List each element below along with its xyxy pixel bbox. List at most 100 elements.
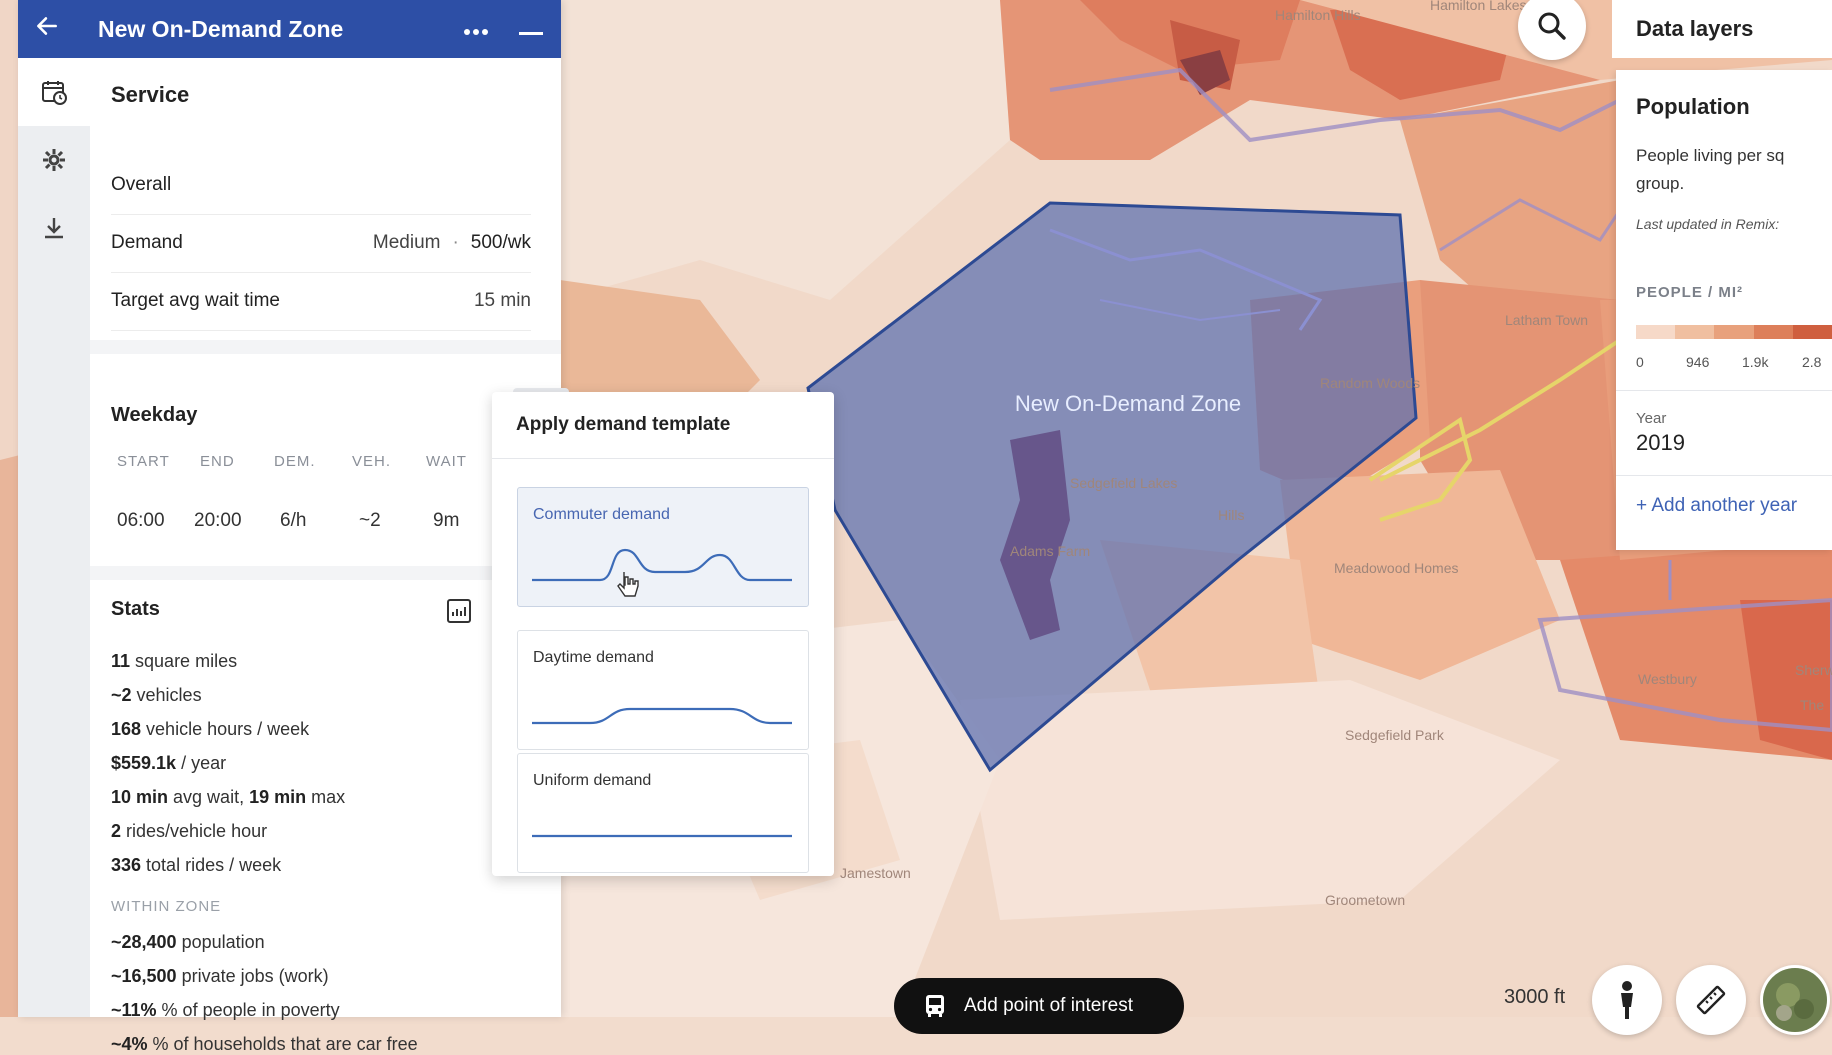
zone-stat-line: ~4% % of households that are car free	[111, 1034, 418, 1054]
cell-demand[interactable]: 6/h	[280, 510, 306, 532]
map-place-label: Sedgefield Park	[1345, 727, 1445, 743]
legend-color-bar	[1636, 325, 1832, 339]
stat-line: ~2 vehicles	[111, 685, 202, 705]
within-zone-heading: WITHIN ZONE	[111, 898, 222, 915]
ruler-icon	[1696, 985, 1726, 1015]
stats-title: Stats	[111, 598, 160, 620]
panel-title: New On-Demand Zone	[98, 15, 344, 42]
demand-row[interactable]: Demand Medium · 500/wk	[111, 214, 531, 273]
template-option-uniform[interactable]: Uniform demand	[517, 753, 809, 873]
map-place-label: Random Woods	[1320, 375, 1420, 391]
demand-separator: ·	[452, 232, 459, 253]
add-year-link[interactable]: + Add another year	[1636, 495, 1797, 517]
rail-download-tab[interactable]	[18, 194, 90, 262]
bus-icon	[926, 995, 944, 1017]
cell-wait[interactable]: 9m	[433, 510, 459, 532]
minus-icon	[519, 32, 543, 35]
weekday-title: Weekday	[111, 404, 198, 426]
template-option-commuter[interactable]: Commuter demand	[517, 487, 809, 607]
layer-divider	[1616, 475, 1832, 476]
map-place-label: Sedgefield Lakes	[1070, 475, 1177, 491]
legend-swatch	[1714, 325, 1754, 339]
map-place-label: Jamestown	[840, 865, 911, 881]
legend-tick: 1.9k	[1742, 354, 1769, 370]
legend-swatch	[1753, 325, 1793, 339]
layer-title: Population	[1636, 94, 1750, 119]
minimize-button[interactable]	[501, 15, 561, 43]
measure-button[interactable]	[1676, 965, 1746, 1035]
zone-panel: New On-Demand Zone Service Overall Deman…	[18, 0, 569, 1054]
overall-label: Overall	[111, 174, 172, 195]
rail-settings-tab[interactable]	[18, 126, 90, 194]
add-poi-button[interactable]: Add point of interest	[894, 978, 1184, 1034]
rail-service-tab[interactable]	[18, 58, 90, 126]
report-icon	[447, 599, 471, 623]
zone-map-label: New On-Demand Zone	[1015, 391, 1241, 416]
wait-time-row[interactable]: Target avg wait time 15 min	[111, 272, 531, 331]
legend-tick: 2.8	[1802, 354, 1822, 370]
layer-updated: Last updated in Remix:	[1636, 216, 1780, 232]
wait-time-value: 15 min	[473, 290, 531, 311]
service-title: Service	[111, 82, 190, 107]
stat-line: 10 min avg wait, 19 min max	[111, 787, 346, 807]
cell-end[interactable]: 20:00	[194, 510, 242, 532]
more-options-button[interactable]	[451, 16, 501, 42]
template-option-label: Daytime demand	[533, 649, 654, 666]
map-place-label: Hamilton Hills	[1275, 7, 1361, 23]
map-place-label: Groometown	[1325, 892, 1405, 908]
map-place-label: Latham Town	[1505, 312, 1588, 328]
add-poi-label: Add point of interest	[964, 995, 1133, 1016]
template-option-label: Uniform demand	[533, 772, 652, 789]
stats-report-button[interactable]	[442, 594, 476, 628]
panel-content: Service Overall Demand Medium · 500/wk T…	[90, 58, 569, 1054]
col-head-demand: DEM.	[274, 453, 316, 470]
overall-row: Overall	[111, 156, 531, 215]
zone-stat-line: ~28,400 population	[111, 932, 265, 952]
gear-icon	[43, 149, 65, 171]
daytime-curve-icon	[532, 707, 792, 725]
popover-divider	[492, 458, 834, 459]
uniform-curve-icon	[532, 834, 792, 838]
template-option-label: Commuter demand	[533, 506, 670, 523]
col-head-vehicles: VEH.	[352, 453, 392, 470]
col-head-end: END	[200, 453, 235, 470]
map-place-label: Westbury	[1638, 671, 1697, 687]
stat-line: 336 total rides / week	[111, 855, 282, 875]
col-head-start: START	[117, 453, 170, 470]
col-head-wait: WAIT	[426, 453, 467, 470]
more-horizontal-icon	[464, 29, 488, 35]
section-divider	[90, 340, 561, 354]
satellite-thumbnail-icon	[1763, 968, 1827, 1032]
year-label: Year	[1636, 410, 1667, 427]
year-value[interactable]: 2019	[1636, 430, 1685, 456]
zone-stat-line: ~16,500 private jobs (work)	[111, 966, 329, 986]
download-icon	[45, 218, 63, 239]
map-place-label: Hills	[1218, 507, 1244, 523]
demand-label: Demand	[111, 232, 183, 253]
legend-tick: 946	[1686, 354, 1710, 370]
street-view-button[interactable]	[1592, 965, 1662, 1035]
legend-unit: PEOPLE / MI²	[1636, 284, 1744, 301]
data-layers-panel: Data layers Population People living per…	[1612, 0, 1832, 550]
demand-rate: 500/wk	[470, 232, 531, 253]
data-layers-header[interactable]: Data layers	[1612, 0, 1832, 58]
cell-vehicles[interactable]: ~2	[359, 510, 381, 532]
calendar-clock-icon	[42, 81, 67, 105]
data-layers-title: Data layers	[1636, 16, 1754, 41]
panel-rail	[18, 58, 90, 1017]
cell-start[interactable]: 06:00	[117, 510, 165, 532]
template-option-daytime[interactable]: Daytime demand	[517, 630, 809, 750]
demand-level: Medium	[372, 232, 441, 253]
back-button[interactable]	[18, 13, 76, 46]
map-scale: 3000 ft	[1504, 986, 1566, 1008]
map-place-label: The	[1800, 697, 1824, 713]
popover-title: Apply demand template	[516, 414, 731, 435]
legend-swatch	[1636, 325, 1676, 339]
search-icon	[1538, 12, 1566, 40]
basemap-toggle-button[interactable]	[1760, 965, 1830, 1035]
stat-line: $559.1k / year	[111, 753, 227, 773]
legend-tick: 0	[1636, 354, 1644, 370]
layer-description: People living per sq group.	[1636, 146, 1785, 193]
map-place-label: Adams Farm	[1010, 543, 1090, 559]
stat-line: 168 vehicle hours / week	[111, 719, 310, 739]
